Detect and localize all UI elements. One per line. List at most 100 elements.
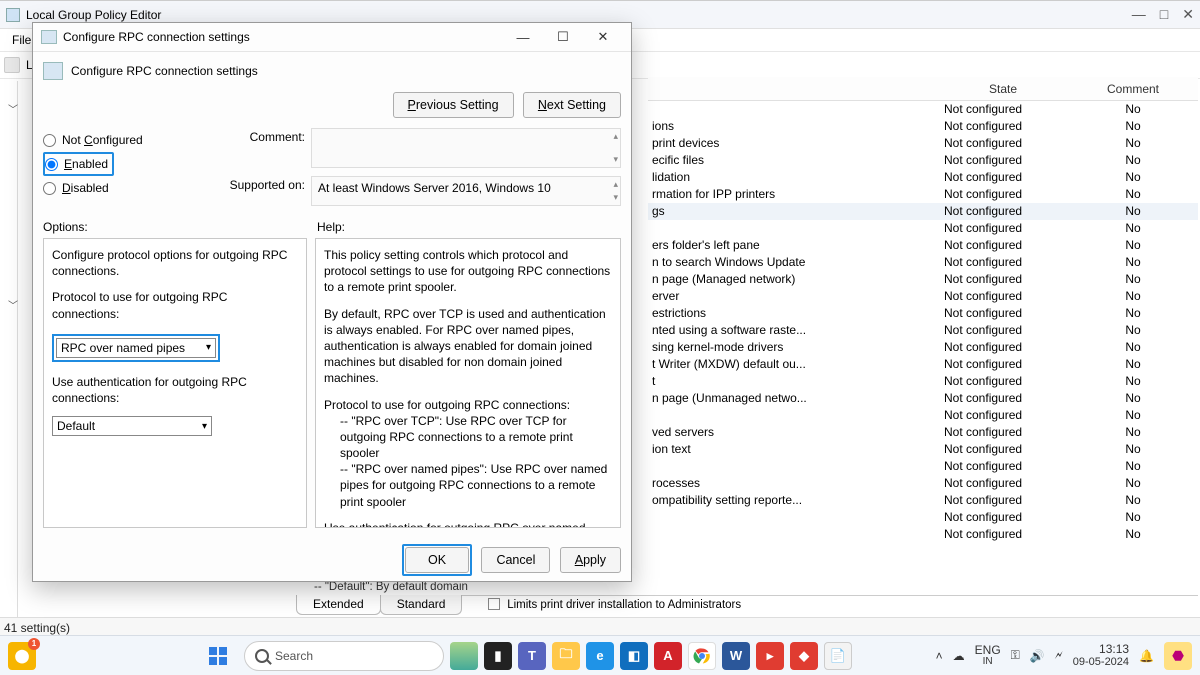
protocol-select[interactable]: RPC over named pipes ▾ bbox=[56, 338, 216, 358]
settings-row[interactable]: Not configuredNo bbox=[648, 526, 1198, 543]
settings-row[interactable]: Not configuredNo bbox=[648, 101, 1198, 118]
chrome-icon[interactable] bbox=[688, 642, 716, 670]
search-icon bbox=[255, 649, 269, 663]
main-close-button[interactable]: ✕ bbox=[1182, 6, 1194, 23]
auth-select[interactable]: Default ▾ bbox=[52, 416, 212, 436]
settings-row[interactable]: ompatibility setting reporte...Not confi… bbox=[648, 492, 1198, 509]
comment-field[interactable]: ▴▾ bbox=[311, 128, 621, 168]
col-state[interactable]: State bbox=[938, 82, 1068, 96]
ok-button-highlight: OK bbox=[402, 544, 472, 576]
rpc-settings-dialog: Configure RPC connection settings — ☐ ✕ … bbox=[32, 22, 632, 582]
settings-row[interactable]: ers folder's left paneNot configuredNo bbox=[648, 237, 1198, 254]
settings-row[interactable]: Not configuredNo bbox=[648, 407, 1198, 424]
settings-row[interactable]: sing kernel-mode driversNot configuredNo bbox=[648, 339, 1198, 356]
taskbar-icon[interactable]: ▸ bbox=[756, 642, 784, 670]
main-title: Local Group Policy Editor bbox=[26, 8, 161, 22]
start-button[interactable] bbox=[198, 641, 238, 671]
tree-expand-icon[interactable]: ﹀ bbox=[8, 101, 18, 116]
taskbar-clock[interactable]: 13:13 09-05-2024 bbox=[1073, 643, 1129, 668]
volume-icon[interactable]: 🔊 bbox=[1030, 649, 1045, 663]
next-setting-button[interactable]: Next Setting bbox=[523, 92, 621, 118]
gpedit-icon[interactable]: 📄 bbox=[824, 642, 852, 670]
onedrive-icon[interactable]: ☁ bbox=[953, 649, 965, 663]
settings-row[interactable]: t Writer (MXDW) default ou...Not configu… bbox=[648, 356, 1198, 373]
teams-icon[interactable]: T bbox=[518, 642, 546, 670]
word-icon[interactable]: W bbox=[722, 642, 750, 670]
radio-disabled[interactable]: Disabled bbox=[43, 176, 213, 200]
radio-enabled[interactable]: Enabled bbox=[45, 152, 108, 176]
main-minimize-button[interactable]: — bbox=[1132, 6, 1146, 23]
settings-row[interactable]: ecific filesNot configuredNo bbox=[648, 152, 1198, 169]
dialog-titlebar: Configure RPC connection settings — ☐ ✕ bbox=[33, 23, 631, 52]
help-panel: This policy setting controls which proto… bbox=[315, 238, 621, 528]
cancel-button[interactable]: Cancel bbox=[481, 547, 550, 573]
taskbar-search[interactable]: Search bbox=[244, 641, 444, 671]
settings-row[interactable]: estrictionsNot configuredNo bbox=[648, 305, 1198, 322]
taskbar-icon[interactable]: ▮ bbox=[484, 642, 512, 670]
toolbar-icon[interactable] bbox=[4, 57, 20, 73]
settings-row[interactable]: ved serversNot configuredNo bbox=[648, 424, 1198, 441]
dialog-maximize-button[interactable]: ☐ bbox=[543, 23, 583, 51]
file-explorer-icon[interactable]: 🗀 bbox=[552, 642, 580, 670]
previous-setting-button[interactable]: Previous Setting bbox=[393, 92, 514, 118]
dialog-icon bbox=[41, 30, 57, 44]
settings-row[interactable]: Not configuredNo bbox=[648, 458, 1198, 475]
dialog-header: Configure RPC connection settings bbox=[71, 64, 258, 78]
policy-icon bbox=[43, 62, 63, 80]
settings-row[interactable]: lidationNot configuredNo bbox=[648, 169, 1198, 186]
notifications-icon[interactable]: 🔔 bbox=[1139, 649, 1154, 663]
dialog-close-button[interactable]: ✕ bbox=[583, 23, 623, 51]
taskbar-icon[interactable]: ◆ bbox=[790, 642, 818, 670]
settings-row[interactable]: gsNot configuredNo bbox=[648, 203, 1198, 220]
settings-row[interactable]: erverNot configuredNo bbox=[648, 288, 1198, 305]
tab-extended[interactable]: Extended bbox=[296, 595, 381, 615]
acrobat-icon[interactable]: A bbox=[654, 642, 682, 670]
wifi-icon[interactable]: ⚿ bbox=[1011, 648, 1020, 663]
radio-enabled-highlight: Enabled bbox=[43, 152, 114, 176]
dialog-minimize-button[interactable]: — bbox=[503, 23, 543, 51]
status-bar: 41 setting(s) bbox=[0, 617, 1200, 637]
settings-row[interactable]: n to search Windows UpdateNot configured… bbox=[648, 254, 1198, 271]
settings-row[interactable]: ion textNot configuredNo bbox=[648, 441, 1198, 458]
settings-row[interactable]: n page (Unmanaged netwo...Not configured… bbox=[648, 390, 1198, 407]
tree-pane: ﹀ ﹀ bbox=[0, 81, 18, 617]
dialog-title: Configure RPC connection settings bbox=[63, 30, 250, 44]
lang-indicator[interactable]: ENG bbox=[975, 644, 1001, 657]
lang-indicator-sub: IN bbox=[975, 657, 1001, 668]
settings-row[interactable]: Not configuredNo bbox=[648, 220, 1198, 237]
tab-standard[interactable]: Standard bbox=[380, 595, 463, 615]
settings-row[interactable]: ionsNot configuredNo bbox=[648, 118, 1198, 135]
taskbar-icon[interactable] bbox=[450, 642, 478, 670]
settings-list[interactable]: Not configuredNoionsNot configuredNoprin… bbox=[648, 101, 1198, 587]
settings-row[interactable]: n page (Managed network)Not configuredNo bbox=[648, 271, 1198, 288]
settings-row[interactable]: nted using a software raste...Not config… bbox=[648, 322, 1198, 339]
auth-label: Use authentication for outgoing RPC conn… bbox=[52, 374, 298, 406]
col-comment[interactable]: Comment bbox=[1068, 82, 1198, 96]
search-placeholder: Search bbox=[275, 649, 313, 663]
options-panel: Configure protocol options for outgoing … bbox=[43, 238, 307, 528]
help-label: Help: bbox=[317, 220, 345, 234]
settings-row[interactable]: Not configuredNo bbox=[648, 509, 1198, 526]
battery-icon[interactable]: 🗲 bbox=[1055, 648, 1063, 663]
tree-expand-icon[interactable]: ﹀ bbox=[8, 297, 18, 312]
taskbar: ⬤ Search ▮ T 🗀 e ◧ A W ▸ ◆ 📄 ˄ ☁ ENG IN … bbox=[0, 635, 1200, 675]
supported-field: At least Windows Server 2016, Windows 10… bbox=[311, 176, 621, 206]
apply-button[interactable]: Apply bbox=[560, 547, 621, 573]
edge-icon[interactable]: e bbox=[586, 642, 614, 670]
taskbar-icon[interactable]: ⬣ bbox=[1164, 642, 1192, 670]
app-icon bbox=[6, 8, 20, 22]
protocol-select-highlight: RPC over named pipes ▾ bbox=[52, 334, 220, 362]
taskbar-app-icon[interactable]: ⬤ bbox=[8, 642, 36, 670]
taskbar-icon[interactable]: ◧ bbox=[620, 642, 648, 670]
settings-row[interactable]: tNot configuredNo bbox=[648, 373, 1198, 390]
options-label: Options: bbox=[43, 220, 317, 234]
list-header: State Comment bbox=[648, 77, 1198, 101]
ok-button[interactable]: OK bbox=[405, 547, 469, 573]
settings-row[interactable]: rmation for IPP printersNot configuredNo bbox=[648, 186, 1198, 203]
tray-chevron-icon[interactable]: ˄ bbox=[936, 649, 943, 663]
supported-label: Supported on: bbox=[225, 176, 311, 206]
settings-row[interactable]: rocessesNot configuredNo bbox=[648, 475, 1198, 492]
main-maximize-button[interactable]: □ bbox=[1160, 6, 1168, 23]
radio-not-configured[interactable]: Not Configured bbox=[43, 128, 213, 152]
settings-row[interactable]: print devicesNot configuredNo bbox=[648, 135, 1198, 152]
